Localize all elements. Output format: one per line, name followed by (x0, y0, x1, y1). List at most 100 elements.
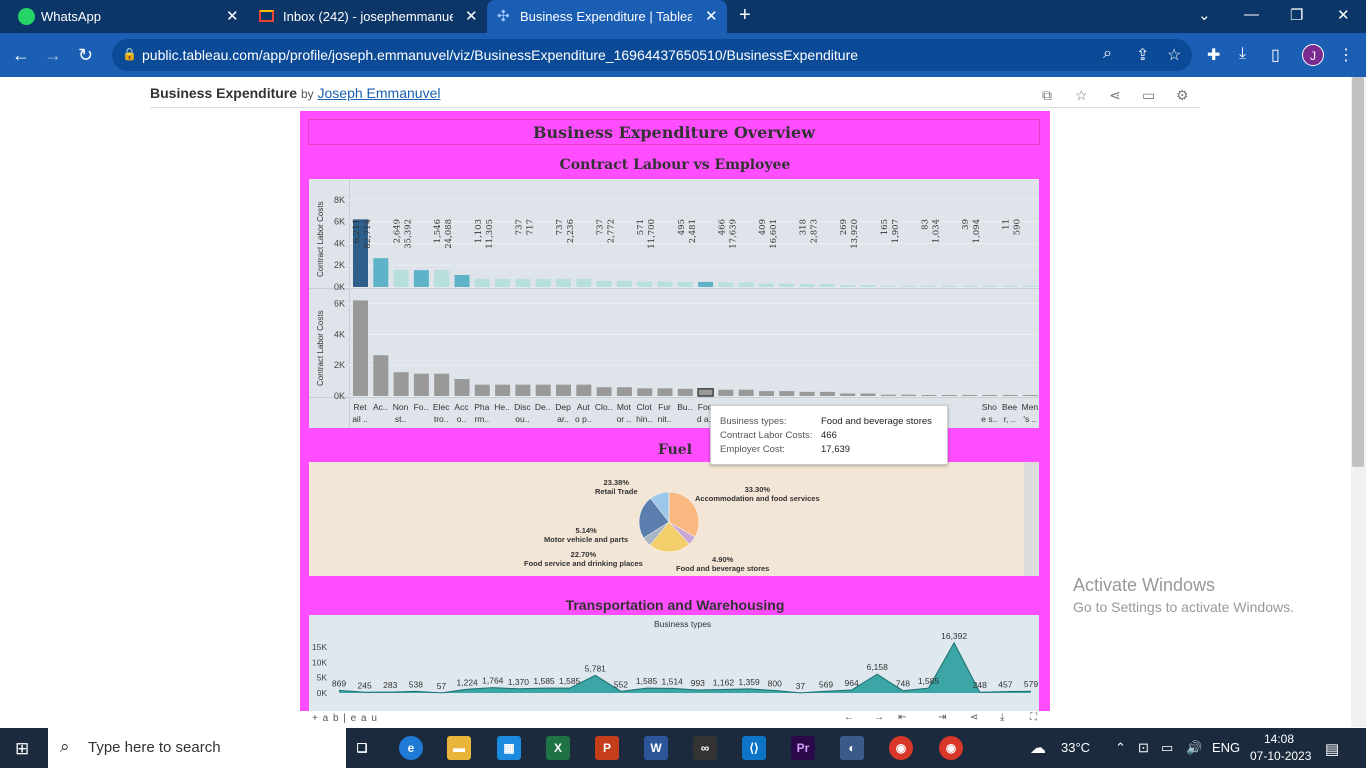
bar-chart-panel[interactable]: Contract Labor Costs Contract Labor Cost… (309, 179, 1039, 428)
window-close-button[interactable]: ✕ (1337, 6, 1350, 24)
chrome-icon[interactable]: ◉ (889, 736, 913, 760)
clock-date[interactable]: 07-10-2023 (1250, 749, 1311, 763)
weather-temp[interactable]: 33°C (1061, 740, 1090, 755)
revert-icon[interactable]: ⇤ (898, 712, 906, 723)
url-field[interactable]: 🔒 public.tableau.com/app/profile/joseph.… (112, 39, 1192, 71)
transport-panel[interactable]: Business types 15K 10K 5K 0K 869 245 283 538 57 1… (309, 615, 1039, 711)
file-explorer-icon[interactable]: ▬ (447, 736, 471, 760)
data-label: 16,601 (769, 219, 779, 249)
fuel-panel[interactable]: 23.38% Retail Trade 33.30% Accommodation a… (309, 462, 1024, 576)
download-icon[interactable]: ⤓ (1239, 45, 1246, 63)
category-label: tro.. (434, 414, 449, 424)
tab-title: Inbox (242) - josephemmanuel (283, 9, 453, 24)
bar-contract-labor (677, 281, 693, 287)
extensions-icon[interactable]: ✚ (1207, 45, 1220, 65)
bar-bottom (576, 384, 592, 396)
undo-icon[interactable]: ← (844, 712, 854, 723)
data-label: 2,772 (607, 219, 617, 243)
bar-contract-labor (434, 270, 450, 287)
section-title: Contract Labour vs Employee (559, 157, 791, 173)
tooltip-value: 466 (821, 430, 837, 441)
excel-icon[interactable]: X (546, 736, 570, 760)
refresh-icon[interactable]: ⇥ (938, 712, 946, 723)
notification-icon[interactable]: ▤ (1325, 740, 1339, 758)
bar-chart-svg: 8K 6K 4K 2K 0K 6,211 82,714 2,649 35,392 1,546 24,… (334, 195, 1039, 424)
favorite-star-icon[interactable]: ☆ (1075, 87, 1088, 104)
pie-pct: 22.70% (570, 550, 597, 559)
data-label: 269 (839, 219, 849, 235)
windows-start-icon[interactable]: ⊞ (15, 739, 29, 759)
volume-icon[interactable]: 🔊 (1186, 740, 1202, 756)
share-icon[interactable]: ⋖ (1109, 87, 1121, 104)
close-icon[interactable]: ✕ (465, 7, 478, 25)
task-view-icon[interactable]: ❏ (350, 736, 374, 760)
scrollbar-thumb[interactable] (1352, 77, 1364, 467)
taskbar-search[interactable]: ⌕ Type here to search (48, 728, 346, 768)
category-label: Non (393, 402, 409, 412)
y-tick-label: 4K (334, 329, 345, 339)
powerpoint-icon[interactable]: P (595, 736, 619, 760)
bar-bottom (434, 373, 450, 396)
weather-icon[interactable]: ☁ (1030, 738, 1046, 758)
reload-icon[interactable]: ↻ (78, 45, 93, 66)
bar-bottom (677, 388, 693, 396)
bar-contract-labor (779, 283, 795, 287)
data-label: 2,481 (688, 219, 698, 243)
download-icon[interactable]: ⤓ (1000, 712, 1004, 723)
clock-time[interactable]: 14:08 (1264, 732, 1294, 746)
zoom-icon[interactable]: ⌕ (1103, 45, 1112, 63)
comment-icon[interactable]: ▭ (1142, 87, 1155, 104)
share-icon[interactable]: ⋖ (970, 712, 978, 723)
word-icon[interactable]: W (644, 736, 668, 760)
fullscreen-icon[interactable]: ⛶ (1030, 712, 1037, 723)
copy-icon[interactable]: ⧉ (1042, 87, 1052, 104)
data-label: 318 (799, 219, 809, 235)
app-icon[interactable]: ∞ (693, 736, 717, 760)
chevron-up-icon[interactable]: ⌃ (1115, 740, 1126, 756)
close-icon[interactable]: ✕ (226, 7, 239, 25)
forward-icon[interactable]: → (44, 45, 62, 66)
bookmark-star-icon[interactable]: ☆ (1167, 45, 1181, 65)
chrome-icon[interactable]: ◉ (939, 736, 963, 760)
data-label: 13,920 (850, 219, 860, 249)
close-icon[interactable]: ✕ (705, 7, 718, 25)
new-tab-button[interactable]: + (739, 4, 751, 27)
premiere-icon[interactable]: Pr (791, 736, 815, 760)
minimize-button[interactable]: — (1244, 6, 1259, 23)
bar-bottom (353, 300, 368, 396)
edge-icon[interactable]: e (399, 736, 423, 760)
restore-button[interactable]: ❐ (1290, 6, 1303, 24)
vscode-icon[interactable]: ⟨⟩ (742, 736, 766, 760)
fuel-scrollbar[interactable] (1024, 462, 1039, 576)
gmail-icon (259, 10, 274, 22)
language-indicator[interactable]: ENG (1212, 740, 1240, 755)
data-label: 552 (614, 679, 628, 689)
search-placeholder: Type here to search (88, 739, 221, 756)
chevron-down-icon[interactable]: ⌄ (1198, 6, 1211, 24)
share-icon[interactable]: ⇪ (1136, 45, 1149, 65)
network-icon[interactable]: ⊡ (1138, 740, 1149, 756)
avatar[interactable]: J (1302, 44, 1324, 66)
store-icon[interactable]: ▦ (497, 736, 521, 760)
bar-bottom (962, 395, 977, 396)
data-label: 1,585 (559, 676, 581, 686)
data-label: 24,088 (444, 219, 454, 249)
pie-name: Food and beverage stores (676, 564, 770, 573)
tab-gmail[interactable]: Inbox (242) - josephemmanuel ✕ (250, 0, 486, 33)
battery-icon[interactable]: ▭ (1161, 740, 1173, 756)
settings-icon[interactable]: ⚙ (1176, 87, 1189, 104)
tab-whatsapp[interactable]: WhatsApp ✕ (8, 0, 248, 33)
tooltip-value: 17,639 (821, 444, 851, 455)
app-icon[interactable]: ◐ (840, 736, 864, 760)
redo-icon[interactable]: → (874, 712, 884, 723)
data-label: 737 (555, 219, 565, 235)
category-label: Dep (555, 402, 571, 412)
pie-label-motor: 5.14% Motor vehicle and parts (544, 526, 628, 544)
back-icon[interactable]: ← (12, 45, 30, 66)
tab-tableau[interactable]: ✣ Business Expenditure | Tableau P ✕ (487, 0, 727, 33)
bar-bottom (556, 384, 571, 396)
data-label: 1,103 (474, 219, 484, 243)
sidebar-icon[interactable]: ▯ (1271, 45, 1280, 65)
menu-icon[interactable]: ⋮ (1338, 45, 1354, 65)
author-link[interactable]: Joseph Emmanuvel (318, 85, 441, 101)
